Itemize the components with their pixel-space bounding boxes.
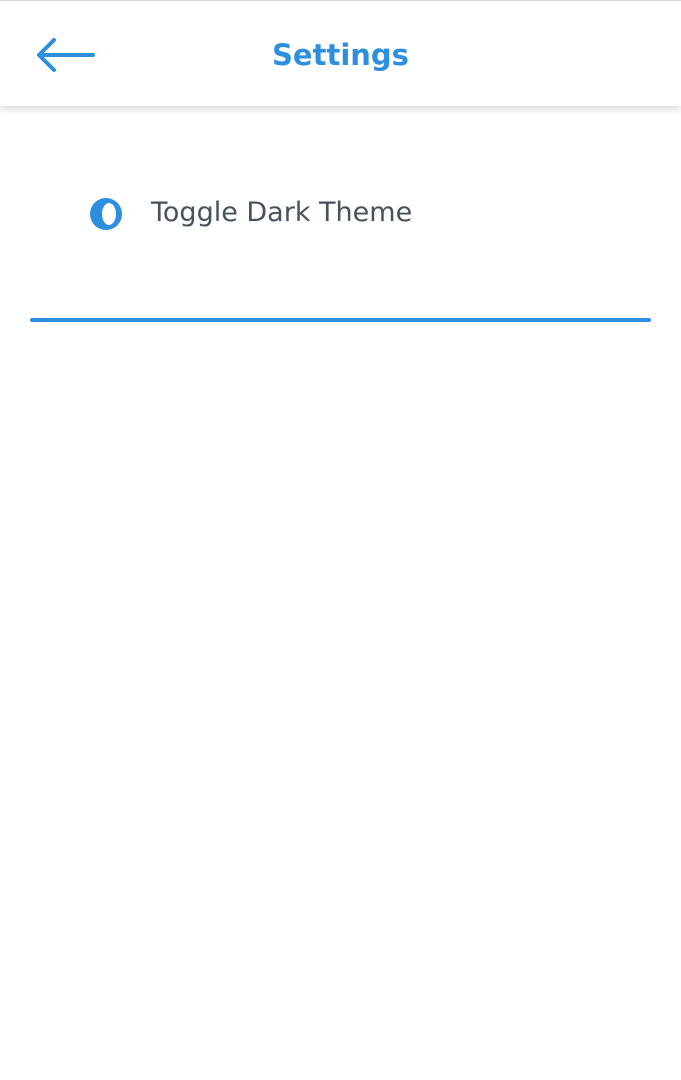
setting-divider bbox=[30, 318, 651, 322]
settings-screen: Settings Toggle Dark Theme bbox=[0, 0, 681, 1080]
page-title: Settings bbox=[272, 38, 409, 72]
app-bar: Settings bbox=[0, 0, 681, 106]
settings-list: Toggle Dark Theme bbox=[30, 106, 651, 322]
back-button[interactable] bbox=[26, 29, 102, 81]
toggle-dark-theme-item[interactable]: Toggle Dark Theme bbox=[30, 106, 651, 322]
contrast-icon bbox=[90, 198, 122, 230]
toggle-dark-theme-label: Toggle Dark Theme bbox=[151, 197, 413, 228]
arrow-left-icon bbox=[37, 38, 95, 72]
